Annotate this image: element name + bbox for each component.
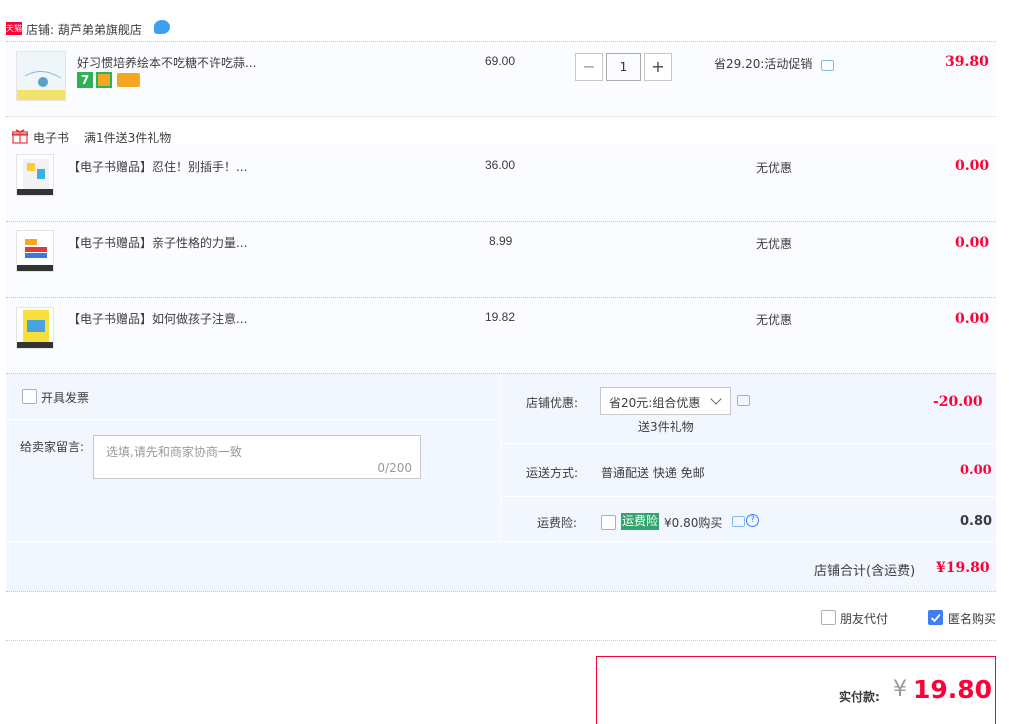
promo-info-icon[interactable] bbox=[821, 60, 834, 71]
gift-promo: 无优惠 bbox=[756, 161, 793, 175]
gift-header: 电子书 满1件送3件礼物 bbox=[6, 126, 996, 146]
decrease-quantity-button[interactable]: − bbox=[575, 53, 603, 81]
gift-price: 8.99 bbox=[489, 234, 513, 248]
order-options-panel: 开具发票 给卖家留言: 选填,请先和商家协商一致 0/200 店铺优惠: 省20… bbox=[6, 374, 996, 592]
product-title[interactable]: 好习惯培养绘本不吃糖不许吃蒜... bbox=[77, 54, 256, 71]
unit-price: 69.00 bbox=[485, 54, 516, 68]
message-row: 给卖家留言: 选填,请先和商家协商一致 0/200 bbox=[6, 421, 500, 541]
discount-selected: 省20元:组合优惠 bbox=[609, 396, 701, 410]
insurance-row: 运费险: 运费险 ¥0.80购买 ? 0.80 bbox=[501, 498, 996, 541]
insurance-price: ¥0.80购买 bbox=[664, 516, 723, 530]
gift-tag: 电子书 bbox=[33, 131, 70, 145]
help-icon[interactable]: ? bbox=[746, 514, 759, 527]
insurance-checkbox[interactable] bbox=[601, 515, 616, 530]
invoice-label[interactable]: 开具发票 bbox=[41, 389, 89, 406]
chevron-down-icon bbox=[710, 393, 722, 405]
wangwang-chat-icon[interactable] bbox=[154, 20, 170, 34]
seven-day-return-icon: 7 bbox=[77, 72, 93, 88]
payment-options: 朋友代付 匿名购买 bbox=[6, 595, 996, 641]
gift-thumbnail[interactable] bbox=[16, 230, 54, 272]
message-label: 给卖家留言: bbox=[20, 440, 85, 454]
gift-price: 36.00 bbox=[485, 158, 516, 172]
gift-promo: 无优惠 bbox=[756, 237, 793, 251]
discount-note: 送3件礼物 bbox=[638, 420, 694, 434]
discount-select[interactable]: 省20元:组合优惠 bbox=[600, 387, 731, 415]
credit-card-icon bbox=[117, 73, 140, 87]
ebook-cover-icon bbox=[17, 310, 53, 348]
shipping-label: 运送方式: bbox=[526, 466, 579, 480]
product-thumbnail[interactable] bbox=[16, 51, 66, 101]
payment-summary-box: 实付款: ¥ 19.80 bbox=[596, 656, 996, 724]
shop-total-amount: ¥19.80 bbox=[936, 560, 990, 576]
gift-item-row: 【电子书赠品】忍住！别插手！... 36.00 无优惠 0.00 bbox=[6, 145, 996, 222]
ebook-cover-icon bbox=[17, 159, 53, 195]
tmall-badge-icon: 天猫 bbox=[6, 22, 22, 35]
gift-thumbnail[interactable] bbox=[16, 154, 54, 196]
shop-total-label: 店铺合计(含运费) bbox=[814, 564, 916, 579]
ebook-cover-icon bbox=[17, 235, 53, 271]
shipping-amount: 0.00 bbox=[960, 463, 992, 478]
order-item-row: 好习惯培养绘本不吃糖不许吃蒜... 7 69.00 − 1 + 省29.20:活… bbox=[6, 42, 996, 117]
insurance-info-icon[interactable] bbox=[732, 516, 745, 527]
friend-pay-label[interactable]: 朋友代付 bbox=[840, 610, 888, 627]
message-textarea[interactable]: 选填,请先和商家协商一致 0/200 bbox=[93, 435, 421, 479]
product-image-icon bbox=[17, 71, 65, 100]
shipping-value: 普通配送 快递 免邮 bbox=[601, 466, 705, 480]
insurance-tag: 运费险 bbox=[621, 513, 660, 530]
gift-item-row: 【电子书赠品】如何做孩子注意... 19.82 无优惠 0.00 bbox=[6, 298, 996, 374]
anonymous-checkbox[interactable] bbox=[928, 610, 943, 625]
discount-label: 店铺优惠: bbox=[526, 396, 579, 410]
anonymous-label[interactable]: 匿名购买 bbox=[948, 610, 996, 627]
guarantee-icon bbox=[96, 72, 112, 88]
discount-amount: -20.00 bbox=[933, 394, 983, 410]
shop-header: 天猫 店铺: 葫芦弟弟旗舰店 bbox=[6, 18, 996, 42]
shop-total-row: 店铺合计(含运费) ¥19.80 bbox=[6, 541, 996, 591]
discount-row: 店铺优惠: 省20元:组合优惠 送3件礼物 -20.00 bbox=[501, 374, 996, 444]
gift-title[interactable]: 【电子书赠品】亲子性格的力量... bbox=[68, 234, 247, 251]
message-counter: 0/200 bbox=[377, 461, 412, 475]
gift-title[interactable]: 【电子书赠品】忍住！别插手！... bbox=[68, 158, 247, 175]
gift-title[interactable]: 【电子书赠品】如何做孩子注意... bbox=[68, 310, 247, 327]
insurance-amount: 0.80 bbox=[960, 514, 993, 529]
shop-name[interactable]: 店铺: 葫芦弟弟旗舰店 bbox=[26, 21, 142, 38]
gift-icon bbox=[12, 129, 28, 144]
gift-item-row: 【电子书赠品】亲子性格的力量... 8.99 无优惠 0.00 bbox=[6, 222, 996, 298]
friend-pay-checkbox[interactable] bbox=[821, 610, 836, 625]
message-placeholder: 选填,请先和商家协商一致 bbox=[106, 445, 242, 459]
increase-quantity-button[interactable]: + bbox=[644, 53, 672, 81]
discount-info-icon[interactable] bbox=[737, 395, 750, 406]
promo-text: 省29.20:活动促销 bbox=[714, 57, 813, 71]
gift-total: 0.00 bbox=[955, 158, 990, 174]
gift-rule: 满1件送3件礼物 bbox=[84, 131, 172, 145]
invoice-row: 开具发票 bbox=[6, 374, 500, 420]
pay-label: 实付款: bbox=[839, 690, 880, 704]
pay-currency: ¥ bbox=[893, 677, 907, 702]
quantity-input[interactable]: 1 bbox=[606, 53, 641, 81]
pay-amount: 19.80 bbox=[913, 675, 993, 704]
item-total: 39.80 bbox=[945, 54, 989, 70]
gift-price: 19.82 bbox=[485, 310, 516, 324]
gift-total: 0.00 bbox=[955, 311, 990, 327]
gift-promo: 无优惠 bbox=[756, 313, 793, 327]
insurance-label: 运费险: bbox=[537, 516, 578, 530]
invoice-checkbox[interactable] bbox=[22, 389, 37, 404]
checkmark-icon bbox=[930, 613, 941, 623]
shipping-row: 运送方式: 普通配送 快递 免邮 0.00 bbox=[501, 445, 996, 497]
gift-total: 0.00 bbox=[955, 235, 990, 251]
gift-thumbnail[interactable] bbox=[16, 307, 54, 349]
